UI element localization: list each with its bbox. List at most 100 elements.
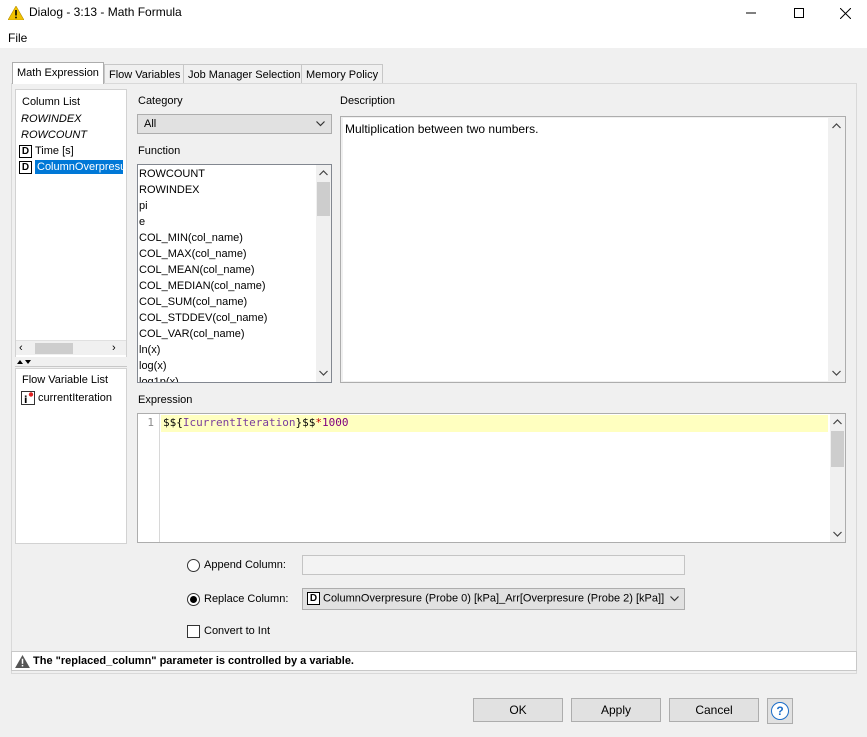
code-token-dollar: $$: [302, 416, 316, 429]
flow-variable-item-current-iteration[interactable]: i currentIteration: [21, 390, 125, 406]
scroll-down-icon[interactable]: [833, 531, 842, 537]
function-list-vscrollbar[interactable]: [316, 165, 331, 382]
column-item-time[interactable]: D Time [s]: [19, 143, 123, 159]
column-item-label: Time [s]: [35, 145, 74, 157]
code-token-operator: *: [315, 416, 322, 429]
ok-button[interactable]: OK: [473, 698, 563, 722]
column-item-overpressure[interactable]: D ColumnOverpresu: [19, 159, 123, 175]
convert-to-int-checkbox[interactable]: [187, 625, 200, 641]
help-button[interactable]: ?: [767, 698, 793, 724]
expression-line[interactable]: $${IcurrentIteration}$$*1000: [161, 415, 828, 432]
close-icon: [839, 7, 851, 19]
convert-to-int-label: Convert to Int: [204, 625, 271, 637]
expression-editor[interactable]: 1 $${IcurrentIteration}$$*1000: [137, 413, 846, 543]
function-item[interactable]: log(x): [139, 358, 331, 374]
scroll-up-icon[interactable]: [832, 123, 841, 129]
expression-label: Expression: [138, 394, 193, 406]
function-item[interactable]: log1p(x): [139, 374, 331, 382]
split-pane-divider[interactable]: [15, 357, 127, 367]
function-item[interactable]: COL_VAR(col_name): [139, 326, 331, 342]
function-list[interactable]: ROWCOUNT ROWINDEX pi e COL_MIN(col_name)…: [137, 164, 332, 383]
line-number: 1: [147, 416, 154, 429]
category-label: Category: [138, 95, 183, 107]
replace-column-selected: ColumnOverpresure (Probe 0) [kPa]_Arr[Ov…: [323, 592, 665, 605]
warning-icon: [8, 6, 24, 20]
tab-math-expression[interactable]: Math Expression: [12, 62, 104, 84]
category-selected: All: [144, 118, 157, 130]
help-icon: ?: [771, 702, 789, 720]
double-type-icon: D: [19, 160, 32, 174]
function-item[interactable]: COL_MEAN(col_name): [139, 262, 331, 278]
function-item[interactable]: ROWCOUNT: [139, 166, 331, 182]
menu-bar: [0, 26, 867, 48]
function-label: Function: [138, 145, 181, 157]
append-column-input[interactable]: [302, 555, 685, 575]
checkbox-unchecked: [187, 625, 200, 638]
function-item[interactable]: ln(x): [139, 342, 331, 358]
radio-on: [187, 593, 200, 606]
description-label: Description: [340, 95, 396, 107]
flow-variable-label: currentIteration: [38, 392, 112, 404]
expression-vscrollbar[interactable]: [830, 414, 845, 542]
close-button[interactable]: [822, 0, 867, 26]
line-number-gutter: 1: [138, 414, 160, 542]
scroll-right-icon[interactable]: ›: [112, 342, 116, 354]
cancel-button[interactable]: Cancel: [669, 698, 759, 722]
warning-bar: The "replaced_column" parameter is contr…: [11, 651, 857, 671]
replace-column-select[interactable]: D ColumnOverpresure (Probe 0) [kPa]_Arr[O…: [302, 588, 685, 610]
column-item-label: ColumnOverpresu: [35, 160, 123, 174]
function-item[interactable]: pi: [139, 198, 331, 214]
tab-job-manager-selection[interactable]: Job Manager Selection: [183, 64, 306, 83]
minimize-icon: [746, 12, 756, 14]
description-vscrollbar[interactable]: [829, 117, 844, 382]
tab-memory-policy[interactable]: Memory Policy: [301, 64, 384, 83]
double-type-icon: D: [307, 592, 320, 605]
minimize-button[interactable]: [728, 0, 774, 26]
function-item[interactable]: COL_MAX(col_name): [139, 246, 331, 262]
code-token-variable: IcurrentIteration: [182, 416, 296, 429]
scroll-down-icon[interactable]: [319, 370, 328, 376]
double-type-icon: D: [19, 144, 32, 158]
function-item[interactable]: COL_MIN(col_name): [139, 230, 331, 246]
column-item-rowindex[interactable]: ROWINDEX: [19, 111, 123, 127]
description-area: Multiplication between two numbers.: [343, 118, 828, 381]
code-token-dollar: $${: [163, 416, 183, 429]
function-item[interactable]: COL_SUM(col_name): [139, 294, 331, 310]
code-token-number: 1000: [321, 416, 349, 429]
column-item-rowcount[interactable]: ROWCOUNT: [19, 127, 123, 143]
warning-text: The "replaced_column" parameter is contr…: [33, 655, 354, 667]
column-list-hscrollbar[interactable]: ‹ ›: [16, 340, 126, 355]
radio-off: [187, 559, 200, 572]
scroll-thumb[interactable]: [831, 431, 844, 467]
scroll-thumb[interactable]: [317, 182, 330, 216]
function-item[interactable]: COL_STDDEV(col_name): [139, 310, 331, 326]
replace-column-radio[interactable]: [187, 593, 200, 609]
splitter-arrows-icon: [17, 360, 31, 364]
category-select[interactable]: All: [137, 114, 332, 134]
scroll-left-icon[interactable]: ‹: [19, 342, 23, 354]
function-item[interactable]: COL_MEDIAN(col_name): [139, 278, 331, 294]
integer-variable-icon: i: [21, 391, 35, 406]
apply-button[interactable]: Apply: [571, 698, 661, 722]
chevron-down-icon: [670, 596, 679, 602]
menu-file[interactable]: File: [8, 31, 27, 45]
maximize-icon: [794, 8, 804, 18]
chevron-down-icon: [316, 121, 325, 127]
maximize-button[interactable]: [776, 0, 822, 26]
tab-flow-variables[interactable]: Flow Variables: [104, 64, 186, 83]
column-list: ROWINDEX ROWCOUNT D Time [s] D ColumnOverp…: [19, 111, 123, 175]
scroll-up-icon[interactable]: [833, 419, 842, 425]
scroll-up-icon[interactable]: [319, 170, 328, 176]
column-list-title: Column List: [22, 96, 81, 108]
append-column-radio[interactable]: [187, 559, 200, 575]
function-item[interactable]: e: [139, 214, 331, 230]
append-column-label: Append Column:: [204, 559, 286, 571]
warning-icon: [15, 655, 30, 668]
window-title: Dialog - 3:13 - Math Formula: [29, 5, 182, 19]
flow-variable-list-title: Flow Variable List: [22, 374, 108, 386]
description-text: Multiplication between two numbers.: [345, 122, 539, 136]
scroll-thumb[interactable]: [35, 343, 73, 354]
scroll-down-icon[interactable]: [832, 370, 841, 376]
function-item[interactable]: ROWINDEX: [139, 182, 331, 198]
replace-column-label: Replace Column:: [204, 593, 289, 605]
